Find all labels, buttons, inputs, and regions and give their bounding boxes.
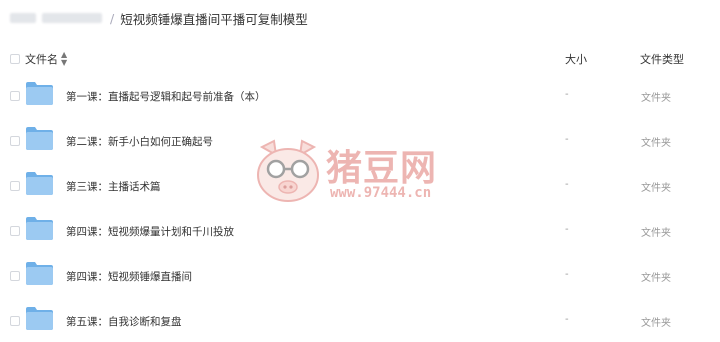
breadcrumb-blurred-parent[interactable] xyxy=(42,13,102,23)
column-name-label: 文件名 xyxy=(25,53,58,66)
row-size: - xyxy=(565,179,569,190)
row-size: - xyxy=(565,134,569,145)
row-size: - xyxy=(565,224,569,235)
row-type: 文件夹 xyxy=(641,93,671,104)
row-checkbox[interactable] xyxy=(10,136,20,146)
row-checkbox[interactable] xyxy=(10,271,20,281)
table-row[interactable]: 第五课：自我诊断和复盘 - 文件夹 xyxy=(0,295,720,340)
row-size: - xyxy=(565,269,569,280)
breadcrumb-current: 短视频锤爆直播间平播可复制模型 xyxy=(120,11,308,27)
column-header-size[interactable]: 大小 xyxy=(565,51,587,67)
column-header-name[interactable]: 文件名 ▲ ▼ xyxy=(25,51,67,67)
sort-icon[interactable]: ▲ ▼ xyxy=(61,51,67,67)
row-type: 文件夹 xyxy=(641,138,671,149)
table-row[interactable]: 第三课：主播话术篇 - 文件夹 xyxy=(0,160,720,205)
row-name[interactable]: 第三课：主播话术篇 xyxy=(66,179,161,194)
folder-icon[interactable] xyxy=(25,216,54,241)
row-size: - xyxy=(565,314,569,325)
row-name[interactable]: 第四课：短视频爆量计划和千川投放 xyxy=(66,224,234,239)
breadcrumb-separator: / xyxy=(110,10,115,26)
row-name[interactable]: 第四课：短视频锤爆直播间 xyxy=(66,269,192,284)
breadcrumb-blurred-root[interactable] xyxy=(10,13,36,23)
folder-icon[interactable] xyxy=(25,171,54,196)
select-all-checkbox[interactable] xyxy=(10,54,20,64)
row-checkbox[interactable] xyxy=(10,316,20,326)
row-name[interactable]: 第一课：直播起号逻辑和起号前准备（本） xyxy=(66,89,266,104)
folder-icon[interactable] xyxy=(25,306,54,331)
row-checkbox[interactable] xyxy=(10,226,20,236)
table-row[interactable]: 第四课：短视频爆量计划和千川投放 - 文件夹 xyxy=(0,205,720,250)
row-name[interactable]: 第二课：新手小白如何正确起号 xyxy=(66,134,213,149)
row-type: 文件夹 xyxy=(641,318,671,329)
table-row[interactable]: 第四课：短视频锤爆直播间 - 文件夹 xyxy=(0,250,720,295)
folder-icon[interactable] xyxy=(25,126,54,151)
breadcrumb: / 短视频锤爆直播间平播可复制模型 xyxy=(10,8,308,28)
folder-icon[interactable] xyxy=(25,81,54,106)
row-checkbox[interactable] xyxy=(10,181,20,191)
row-type: 文件夹 xyxy=(641,273,671,284)
table-row[interactable]: 第二课：新手小白如何正确起号 - 文件夹 xyxy=(0,115,720,160)
row-type: 文件夹 xyxy=(641,183,671,194)
row-name[interactable]: 第五课：自我诊断和复盘 xyxy=(66,314,182,329)
row-type: 文件夹 xyxy=(641,228,671,239)
row-checkbox[interactable] xyxy=(10,91,20,101)
folder-icon[interactable] xyxy=(25,261,54,286)
row-size: - xyxy=(565,89,569,100)
column-header-type[interactable]: 文件类型 xyxy=(640,51,684,67)
file-list: 第一课：直播起号逻辑和起号前准备（本） - 文件夹 第二课：新手小白如何正确起号… xyxy=(0,70,720,340)
table-header: 文件名 ▲ ▼ 大小 文件类型 xyxy=(0,48,720,70)
table-row[interactable]: 第一课：直播起号逻辑和起号前准备（本） - 文件夹 xyxy=(0,70,720,115)
